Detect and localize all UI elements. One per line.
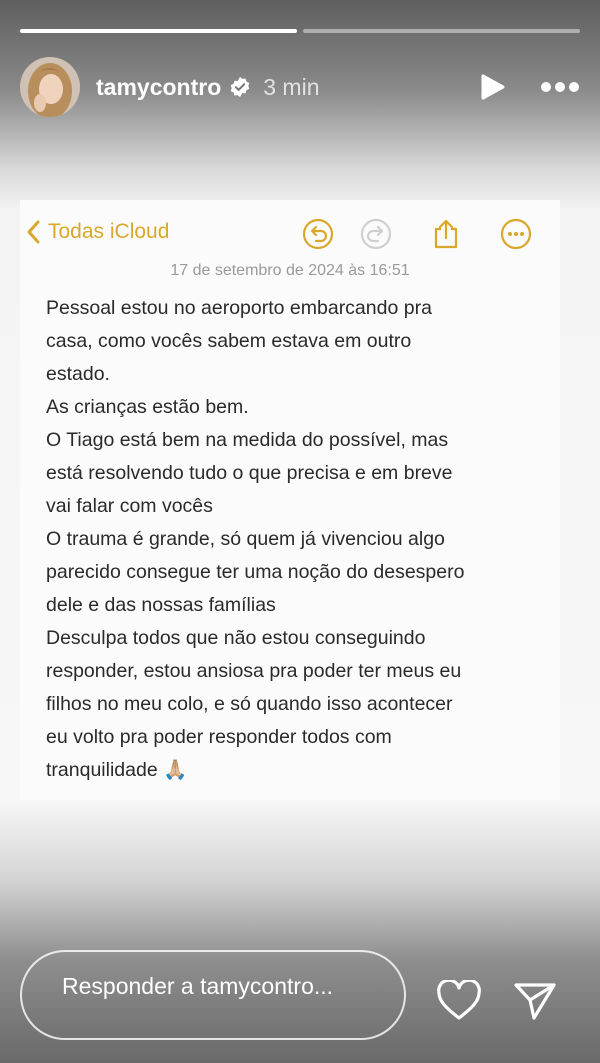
note-line: Desculpa todos que não estou conseguindo — [46, 627, 426, 649]
note-line: está resolvendo tudo o que precisa e em … — [46, 462, 453, 484]
undo-icon[interactable] — [302, 218, 334, 250]
note-line: tranquilidade 🙏🏼 — [46, 759, 188, 781]
share-icon[interactable] — [430, 218, 462, 250]
note-line: Pessoal estou no aeroporto embarcando pr… — [46, 297, 432, 319]
back-label: Todas iCloud — [48, 220, 170, 243]
note-line: dele e das nossas famílias — [46, 594, 276, 616]
note-line: O trauma é grande, só quem já vivenciou … — [46, 528, 445, 550]
reply-placeholder: Responder a tamycontro... — [62, 973, 334, 999]
avatar[interactable] — [20, 57, 80, 117]
note-date: 17 de setembro de 2024 às 16:51 — [170, 262, 410, 279]
back-button[interactable]: Todas iCloud — [26, 220, 169, 244]
send-icon[interactable] — [512, 980, 558, 1022]
more-circle-icon[interactable] — [500, 218, 532, 250]
play-icon[interactable] — [478, 73, 506, 101]
note-line: casa, como vocês sabem estava em outro — [46, 330, 412, 352]
post-time: 3 min — [263, 73, 320, 100]
progress-segment-2 — [303, 29, 580, 33]
notes-toolbar: Todas iCloud — [20, 214, 560, 254]
redo-icon[interactable] — [360, 218, 392, 250]
note-line: filhos no meu colo, e só quando isso aco… — [46, 693, 453, 715]
story-header: tamycontro 3 min — [20, 56, 580, 118]
note-line: As crianças estão bem. — [46, 396, 249, 418]
verified-badge-icon — [230, 76, 250, 98]
note-line: O Tiago está bem na medida do possível, … — [46, 429, 449, 451]
progress-segment-1 — [20, 29, 297, 33]
note-line: parecido consegue ter uma noção do deses… — [46, 561, 465, 583]
heart-icon[interactable] — [436, 980, 482, 1022]
chevron-left-icon — [27, 220, 40, 244]
more-horizontal-icon[interactable] — [540, 81, 580, 93]
username[interactable]: tamycontro — [96, 74, 221, 101]
note-line: estado. — [46, 363, 110, 385]
story-progress — [20, 29, 580, 33]
note-line: eu volto pra poder responder todos com — [46, 726, 392, 748]
note-line: vai falar com vocês — [46, 495, 213, 517]
note-line: responder, estou ansiosa pra poder ter m… — [46, 660, 462, 682]
note-body: Pessoal estou no aeroporto embarcando pr… — [46, 292, 546, 787]
reply-input[interactable]: Responder a tamycontro... — [20, 950, 406, 1040]
notes-screenshot: Todas iCloud 17 de setembro de 2024 às 1… — [20, 200, 560, 800]
